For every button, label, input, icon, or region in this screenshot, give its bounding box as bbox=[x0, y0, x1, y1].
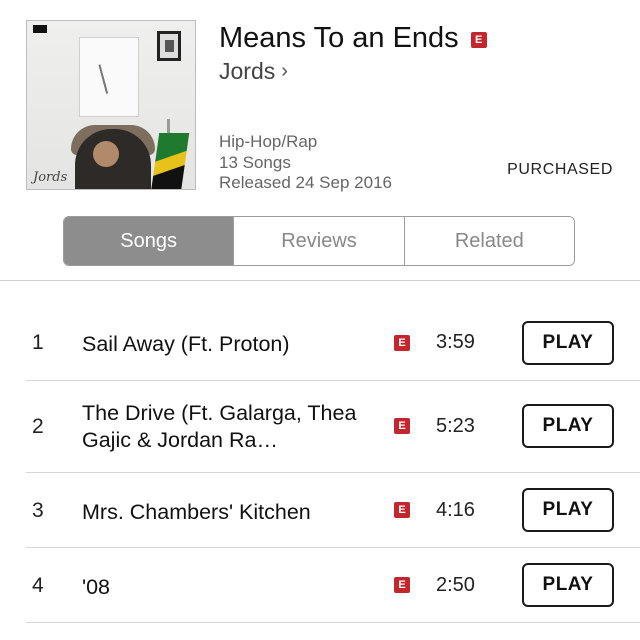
explicit-badge-icon: E bbox=[394, 577, 410, 593]
tab-songs[interactable]: Songs bbox=[64, 217, 235, 265]
cover-signature: Jords bbox=[33, 170, 68, 185]
track-duration: 3:59 bbox=[436, 331, 475, 353]
album-meta: Hip-Hop/Rap 13 Songs Released 24 Sep 201… bbox=[219, 132, 392, 194]
cover-poster bbox=[79, 37, 139, 117]
album-song-count: 13 Songs bbox=[219, 152, 291, 172]
track-number: 2 bbox=[32, 415, 44, 438]
row-divider bbox=[26, 380, 640, 381]
row-divider bbox=[26, 472, 640, 473]
play-button[interactable]: PLAY bbox=[522, 321, 614, 365]
tab-related[interactable]: Related bbox=[404, 217, 574, 265]
album-header: Jords Means To an Ends E Jords › Hip-Hop… bbox=[0, 0, 640, 210]
cover-picture-frame bbox=[157, 31, 181, 61]
segmented-control: Songs Reviews Related bbox=[63, 216, 575, 266]
artist-name: Jords bbox=[219, 58, 276, 84]
album-title: Means To an Ends E bbox=[219, 22, 487, 55]
purchased-status: PURCHASED bbox=[507, 161, 613, 178]
track-number: 4 bbox=[32, 574, 44, 597]
explicit-badge-icon: E bbox=[394, 335, 410, 351]
album-title-text: Means To an Ends bbox=[219, 22, 459, 54]
header-divider bbox=[0, 280, 640, 281]
track-duration: 5:23 bbox=[436, 415, 475, 437]
artist-link[interactable]: Jords › bbox=[219, 58, 288, 85]
row-divider bbox=[26, 547, 640, 548]
track-title: Mrs. Chambers' Kitchen bbox=[82, 500, 311, 524]
track-number: 3 bbox=[32, 499, 44, 522]
parental-advisory-label bbox=[33, 25, 47, 33]
cover-face bbox=[93, 141, 119, 167]
explicit-badge-icon: E bbox=[394, 418, 410, 434]
track-duration: 2:50 bbox=[436, 574, 475, 596]
play-button[interactable]: PLAY bbox=[522, 404, 614, 448]
track-number: 1 bbox=[32, 331, 44, 354]
explicit-badge-icon: E bbox=[394, 502, 410, 518]
album-release-date: Released 24 Sep 2016 bbox=[219, 173, 392, 192]
track-title: The Drive (Ft. Galarga, Thea Gajic & Jor… bbox=[82, 401, 357, 452]
album-genre: Hip-Hop/Rap bbox=[219, 132, 318, 151]
row-divider bbox=[26, 622, 640, 623]
tab-reviews[interactable]: Reviews bbox=[234, 217, 405, 265]
play-button[interactable]: PLAY bbox=[522, 563, 614, 607]
track-duration: 4:16 bbox=[436, 499, 475, 521]
album-cover-art[interactable]: Jords bbox=[26, 20, 196, 190]
explicit-badge-icon: E bbox=[470, 31, 487, 48]
chevron-right-icon: › bbox=[281, 60, 288, 82]
track-title: Sail Away (Ft. Proton) bbox=[82, 332, 290, 356]
play-button[interactable]: PLAY bbox=[522, 488, 614, 532]
track-title: '08 bbox=[82, 575, 111, 599]
